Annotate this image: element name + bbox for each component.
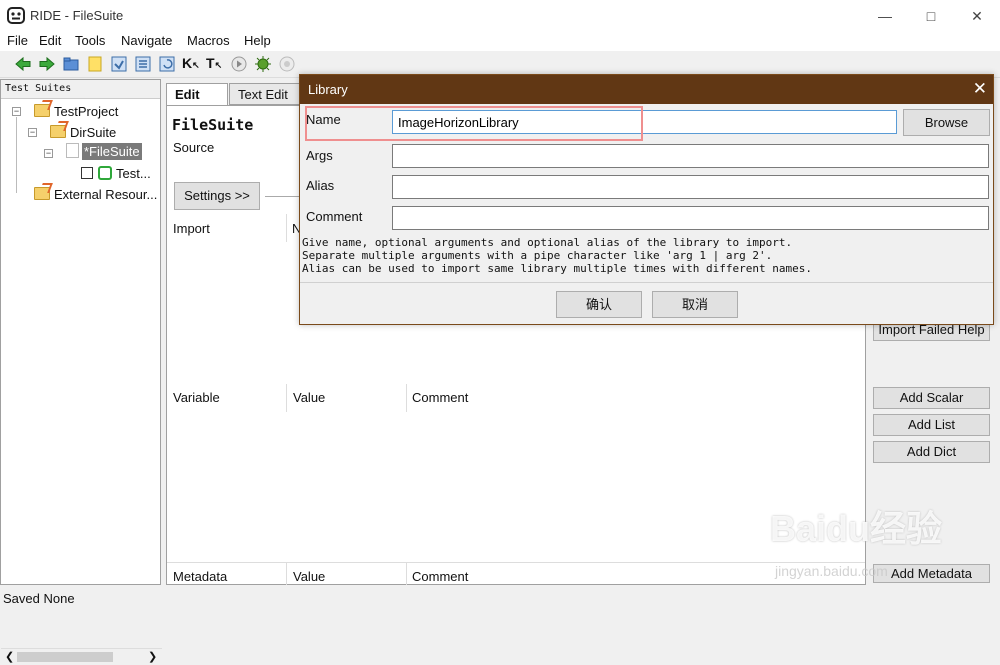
collapse-toggle[interactable]: − [44,149,53,158]
app-icon [7,7,25,24]
title-bar: RIDE - FileSuite — □ ✕ [0,0,1000,32]
metadata-comment-column-header: Comment [412,569,469,584]
settings-button[interactable]: Settings >> [174,182,260,210]
close-icon[interactable]: ✕ [973,79,987,99]
dialog-title-bar: Library ✕ [300,75,993,104]
folder-icon [34,187,50,200]
cancel-button[interactable]: 取消 [652,291,738,318]
comment-input[interactable] [392,206,989,230]
debug-bug-icon[interactable] [254,55,272,73]
back-arrow-icon[interactable] [14,55,32,73]
menu-file[interactable]: File [7,33,28,48]
metadata-value-column-header: Value [293,569,326,584]
grid-divider [167,562,865,563]
metadata-column-header: Metadata [173,569,228,584]
test-search-icon[interactable]: T↖ [206,55,224,73]
grid-divider [286,384,287,412]
baidu-watermark: Baidu经验 [770,508,943,549]
tree-node-filesuite[interactable]: *FileSuite [66,143,142,160]
browse-button[interactable]: Browse [903,109,990,136]
source-label: Source [173,140,215,155]
test-suites-tree[interactable]: Test Suites − TestProject − DirSuite − *… [0,79,162,665]
suite-name: FileSuite [172,116,254,134]
menu-edit[interactable]: Edit [39,33,61,48]
window-title: RIDE - FileSuite [30,8,124,23]
collapse-toggle[interactable]: − [28,128,37,137]
save-all-icon[interactable] [134,55,152,73]
library-dialog: Library ✕ Name Browse Args Alias Comment… [299,74,994,325]
tree-horizontal-scrollbar[interactable]: ❮ ❯ [1,648,162,665]
close-window-button[interactable]: ✕ [954,0,1000,32]
maximize-button[interactable]: □ [908,0,954,32]
args-input[interactable] [392,144,989,168]
menu-tools[interactable]: Tools [75,33,105,48]
scroll-thumb[interactable] [17,652,113,662]
add-metadata-button[interactable]: Add Metadata [873,564,990,583]
grid-divider [406,563,407,585]
args-label: Args [306,148,333,163]
dialog-separator [300,282,993,283]
open-folder-icon[interactable] [62,55,80,73]
grid-divider [406,384,407,412]
alias-input[interactable] [392,175,989,199]
dialog-title: Library [308,82,348,97]
variable-column-header: Variable [173,390,220,405]
name-field-highlight [305,106,643,141]
menu-help[interactable]: Help [244,33,271,48]
file-icon [66,143,79,158]
menu-navigate[interactable]: Navigate [121,33,172,48]
comment-column-header: Comment [412,390,469,405]
test-case-icon [98,166,112,180]
tree-node-external-resources[interactable]: External Resour... [34,187,157,202]
grid-divider [286,563,287,585]
baidu-watermark-url: jingyan.baidu.com [775,563,888,579]
test-checkbox[interactable] [81,167,93,179]
import-column-header: Import [173,221,210,236]
folder-icon [34,104,50,117]
collapse-toggle[interactable]: − [12,107,21,116]
scroll-right-icon[interactable]: ❯ [148,650,157,663]
add-dict-button[interactable]: Add Dict [873,441,990,463]
comment-label: Comment [306,209,363,224]
grid-divider [286,214,287,242]
tree-guide-line [16,117,17,193]
folder-icon [50,125,66,138]
reload-icon[interactable] [158,55,176,73]
menu-bar: File Edit Tools Navigate Macros Help [0,32,1000,51]
scroll-left-icon[interactable]: ❮ [5,650,14,663]
alias-label: Alias [306,178,335,193]
tree-node-dirsuite[interactable]: DirSuite [50,125,116,140]
tab-edit[interactable]: Edit [166,83,228,105]
dialog-help-text: Give name, optional arguments and option… [302,236,812,275]
forward-arrow-icon[interactable] [38,55,56,73]
settings-divider [265,196,301,197]
stop-icon[interactable] [278,55,296,73]
tree-header: Test Suites [1,80,160,99]
save-icon[interactable] [110,55,128,73]
run-icon[interactable] [230,55,248,73]
value-column-header: Value [293,390,326,405]
keyword-search-icon[interactable]: K↖ [182,55,200,73]
menu-macros[interactable]: Macros [187,33,230,48]
new-file-icon[interactable] [86,55,104,73]
add-list-button[interactable]: Add List [873,414,990,436]
add-scalar-button[interactable]: Add Scalar [873,387,990,409]
ok-button[interactable]: 确认 [556,291,642,318]
minimize-button[interactable]: — [862,0,908,32]
tree-node-testproject[interactable]: TestProject [34,104,118,119]
tab-text-edit[interactable]: Text Edit [229,83,302,105]
tree-node-test[interactable]: Test... [81,166,151,181]
status-bar: Saved None [0,589,1000,609]
